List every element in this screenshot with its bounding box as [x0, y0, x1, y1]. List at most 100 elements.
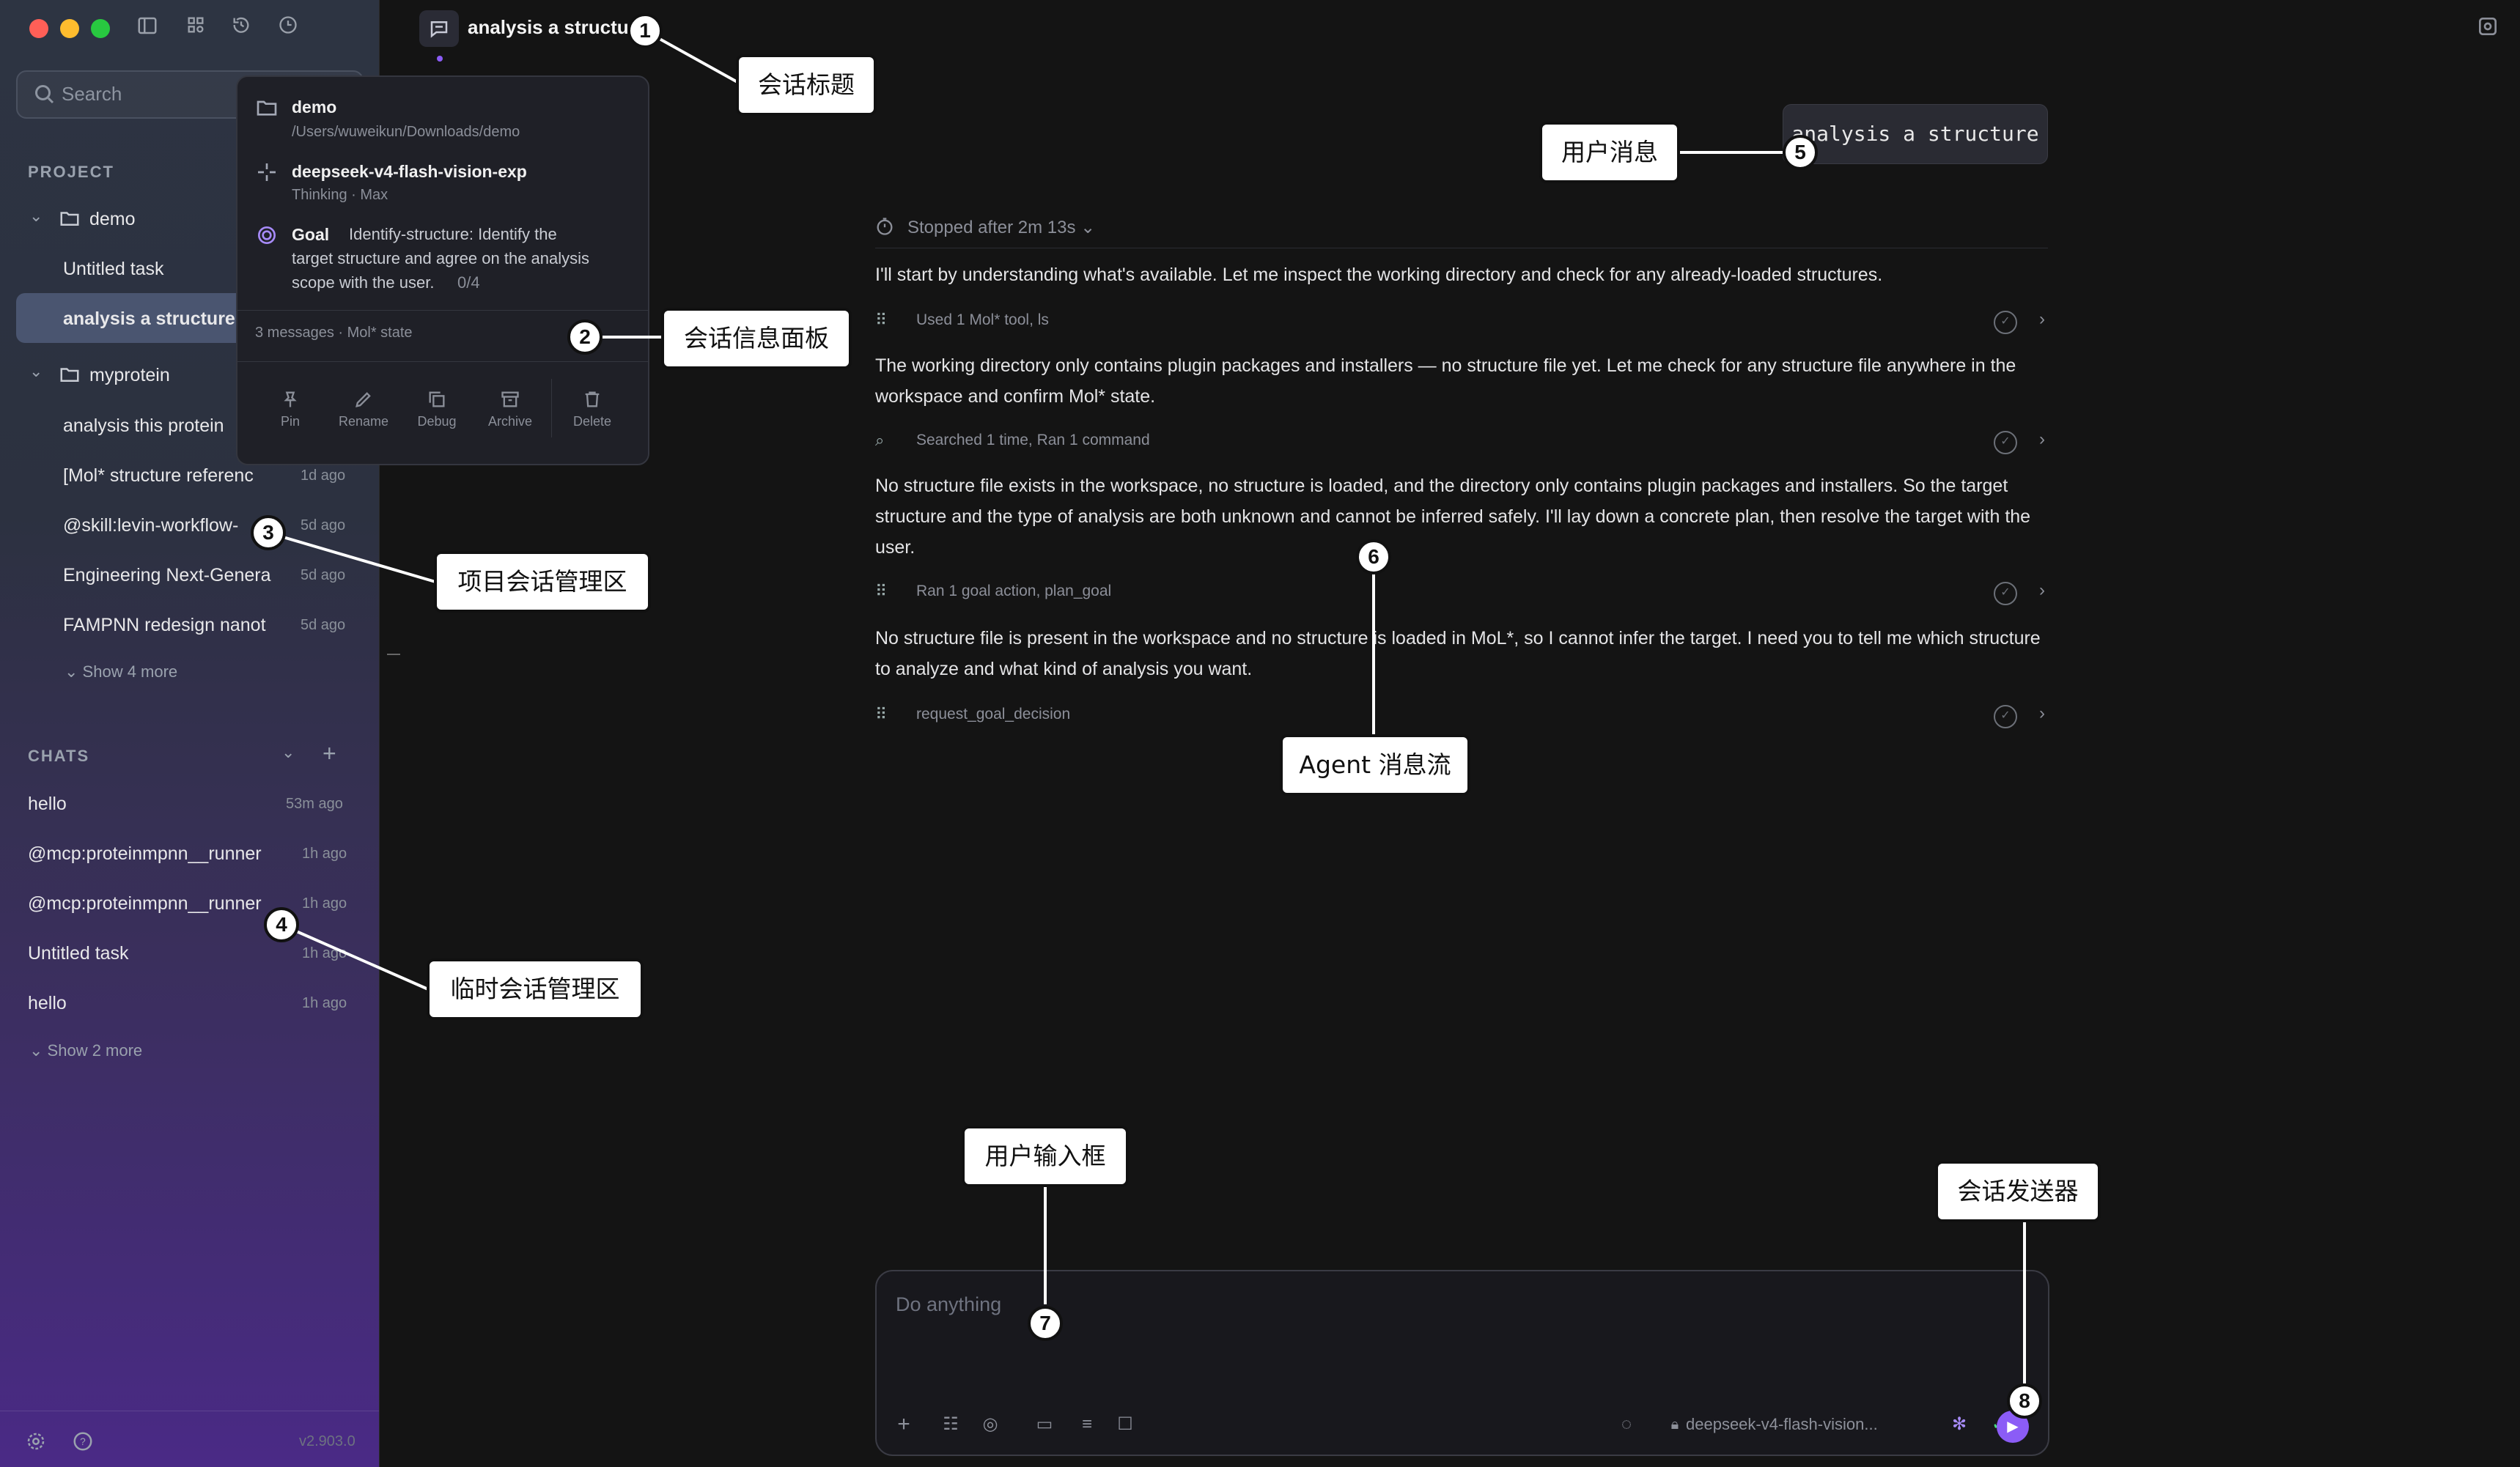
chevron-down-icon[interactable]: ⌄ [29, 362, 43, 381]
grip-icon: ⠿ [875, 582, 888, 600]
list-icon[interactable]: ≡ [1075, 1412, 1099, 1437]
chat-input-placeholder: Do anything [896, 1293, 1002, 1315]
popup-meta: 3 messages · Mol* state [255, 325, 413, 341]
tool-call-row[interactable]: ⌕ Searched 1 time, Ran 1 command ✓ › [875, 428, 2048, 454]
sidebar-item-time: 5d ago [301, 567, 346, 583]
dash-divider [387, 654, 400, 655]
chat-item[interactable]: Untitled task [28, 943, 129, 964]
sidebar-item-analysis-structure[interactable]: analysis a structure [63, 308, 235, 330]
trash-icon [585, 391, 600, 407]
lock-icon: 🔒︎ [1670, 1416, 1679, 1433]
minimize-window-button[interactable] [60, 19, 79, 38]
annotation-badge: 8 [2007, 1383, 2042, 1419]
session-info-panel: demo /Users/wuweikun/Downloads/demo deep… [236, 75, 649, 465]
project-name-myprotein[interactable]: myprotein [89, 365, 170, 386]
tool-call-row[interactable]: ⠿ request_goal_decision ✓ › [875, 702, 2048, 728]
folder-icon [60, 368, 79, 382]
chat-item-time: 1h ago [302, 995, 347, 1011]
rename-button[interactable]: Rename [328, 389, 399, 429]
pin-button[interactable]: Pin [255, 389, 325, 429]
sidebar-item[interactable]: Engineering Next-Genera [63, 565, 271, 586]
gear-icon[interactable] [25, 1430, 47, 1452]
annotation-badge: 6 [1356, 539, 1391, 574]
loading-icon: ◌ [1621, 1414, 1632, 1434]
sidebar-item[interactable]: @skill:levin-workflow- [63, 515, 238, 536]
model-selector[interactable]: deepseek-v4-flash-vision... [1686, 1415, 1878, 1434]
annotation-badge: 3 [251, 515, 286, 550]
stopped-status[interactable]: Stopped after 2m 13s ⌄ [907, 217, 1095, 238]
popup-divider [237, 361, 648, 362]
show-more-projects-button[interactable]: ⌄ Show 4 more [65, 662, 177, 681]
target-icon [258, 226, 276, 244]
agent-message: No structure file exists in the workspac… [875, 476, 2031, 558]
close-window-button[interactable] [29, 19, 48, 38]
sidebar-item[interactable]: FAMPNN redesign nanot [63, 615, 266, 636]
sidebar-item-time: 5d ago [301, 617, 346, 633]
annotation-badge: 2 [567, 319, 603, 355]
popup-goal-label: Goal [292, 225, 330, 244]
agent-message: I'll start by understanding what's avail… [875, 265, 1883, 285]
delete-button[interactable]: Delete [557, 389, 627, 429]
tool-call-row[interactable]: ⠿ Used 1 Mol* tool, ls ✓ › [875, 308, 2048, 334]
sidebar-toggle-icon[interactable] [135, 15, 160, 40]
tool-call-row[interactable]: ⠿ Ran 1 goal action, plan_goal ✓ › [875, 579, 2048, 605]
chat-icon [419, 10, 459, 47]
annotation-callout: 会话发送器 [1935, 1161, 2101, 1222]
chat-item-time: 1h ago [302, 895, 347, 912]
checklist-icon[interactable]: ☷ [938, 1412, 963, 1437]
help-icon[interactable]: ? [72, 1430, 94, 1452]
popup-project-name: demo [292, 97, 337, 117]
chevron-right-icon: › [2039, 580, 2045, 600]
history-icon[interactable] [229, 15, 254, 40]
brain-icon[interactable]: ✻ [1947, 1412, 1972, 1437]
annotation-callout: 用户消息 [1539, 122, 1680, 183]
project-name-demo[interactable]: demo [89, 209, 136, 230]
robot-icon[interactable]: ☐ [1113, 1412, 1138, 1437]
debug-button[interactable]: Debug [402, 389, 472, 429]
settings-icon[interactable] [2476, 15, 2499, 38]
chat-item[interactable]: @mcp:proteinmpnn__runner [28, 843, 262, 865]
sparkle-icon [258, 163, 276, 181]
clock-icon[interactable] [276, 15, 301, 40]
popup-goal-text: scope with the user. [292, 273, 435, 292]
sidebar-item[interactable]: analysis this protein [63, 415, 224, 437]
popup-model-name: deepseek-v4-flash-vision-exp [292, 162, 527, 181]
goal-icon[interactable]: ◎ [978, 1412, 1003, 1437]
chevron-down-icon[interactable]: ⌄ [281, 743, 295, 762]
popup-project-path: /Users/wuweikun/Downloads/demo [292, 124, 520, 140]
annotation-badge: 1 [627, 13, 663, 48]
chat-item[interactable]: @mcp:proteinmpnn__runner [28, 893, 262, 914]
add-chat-icon[interactable]: + [323, 740, 336, 767]
chevron-right-icon: › [2039, 429, 2045, 449]
maximize-window-button[interactable] [91, 19, 110, 38]
chat-input[interactable]: Do anything + ☷ ◎ ▭ ≡ ☐ ◌ 🔒︎ deepseek-v4… [875, 1270, 2049, 1456]
check-icon: ✓ [1994, 311, 2017, 334]
folder-search-icon[interactable]: ▭ [1032, 1412, 1057, 1437]
agent-message: No structure file is present in the work… [875, 628, 2041, 679]
annotation-callout: 会话标题 [736, 54, 877, 116]
sidebar-item-untitled-task[interactable]: Untitled task [63, 259, 164, 280]
page-title[interactable]: analysis a structure [468, 16, 646, 39]
add-icon[interactable]: + [891, 1412, 916, 1437]
sidebar-item-time: 1d ago [301, 468, 346, 484]
grip-icon: ⠿ [875, 311, 888, 329]
chevron-right-icon: › [2039, 309, 2045, 329]
chat-item[interactable]: hello [28, 993, 67, 1014]
annotation-badge: 4 [264, 907, 299, 942]
search-icon [35, 85, 54, 104]
archive-button[interactable]: Archive [475, 389, 545, 429]
annotation-badge: 5 [1783, 135, 1818, 170]
sidebar-item[interactable]: [Mol* structure referenc [63, 465, 254, 487]
annotation-callout: 会话信息面板 [661, 308, 852, 369]
grid-icon[interactable] [183, 15, 208, 40]
active-dot [437, 56, 443, 62]
archive-icon [501, 391, 519, 407]
chat-item[interactable]: hello [28, 794, 67, 815]
popup-goal-text: Identify-structure: Identify the [349, 225, 557, 243]
annotation-badge: 7 [1028, 1306, 1063, 1341]
annotation-callout: Agent 消息流 [1280, 734, 1470, 796]
folder-icon [257, 100, 277, 116]
show-more-chats-button[interactable]: ⌄ Show 2 more [29, 1041, 142, 1060]
pin-icon [284, 391, 297, 407]
chevron-down-icon[interactable]: ⌄ [29, 207, 43, 226]
